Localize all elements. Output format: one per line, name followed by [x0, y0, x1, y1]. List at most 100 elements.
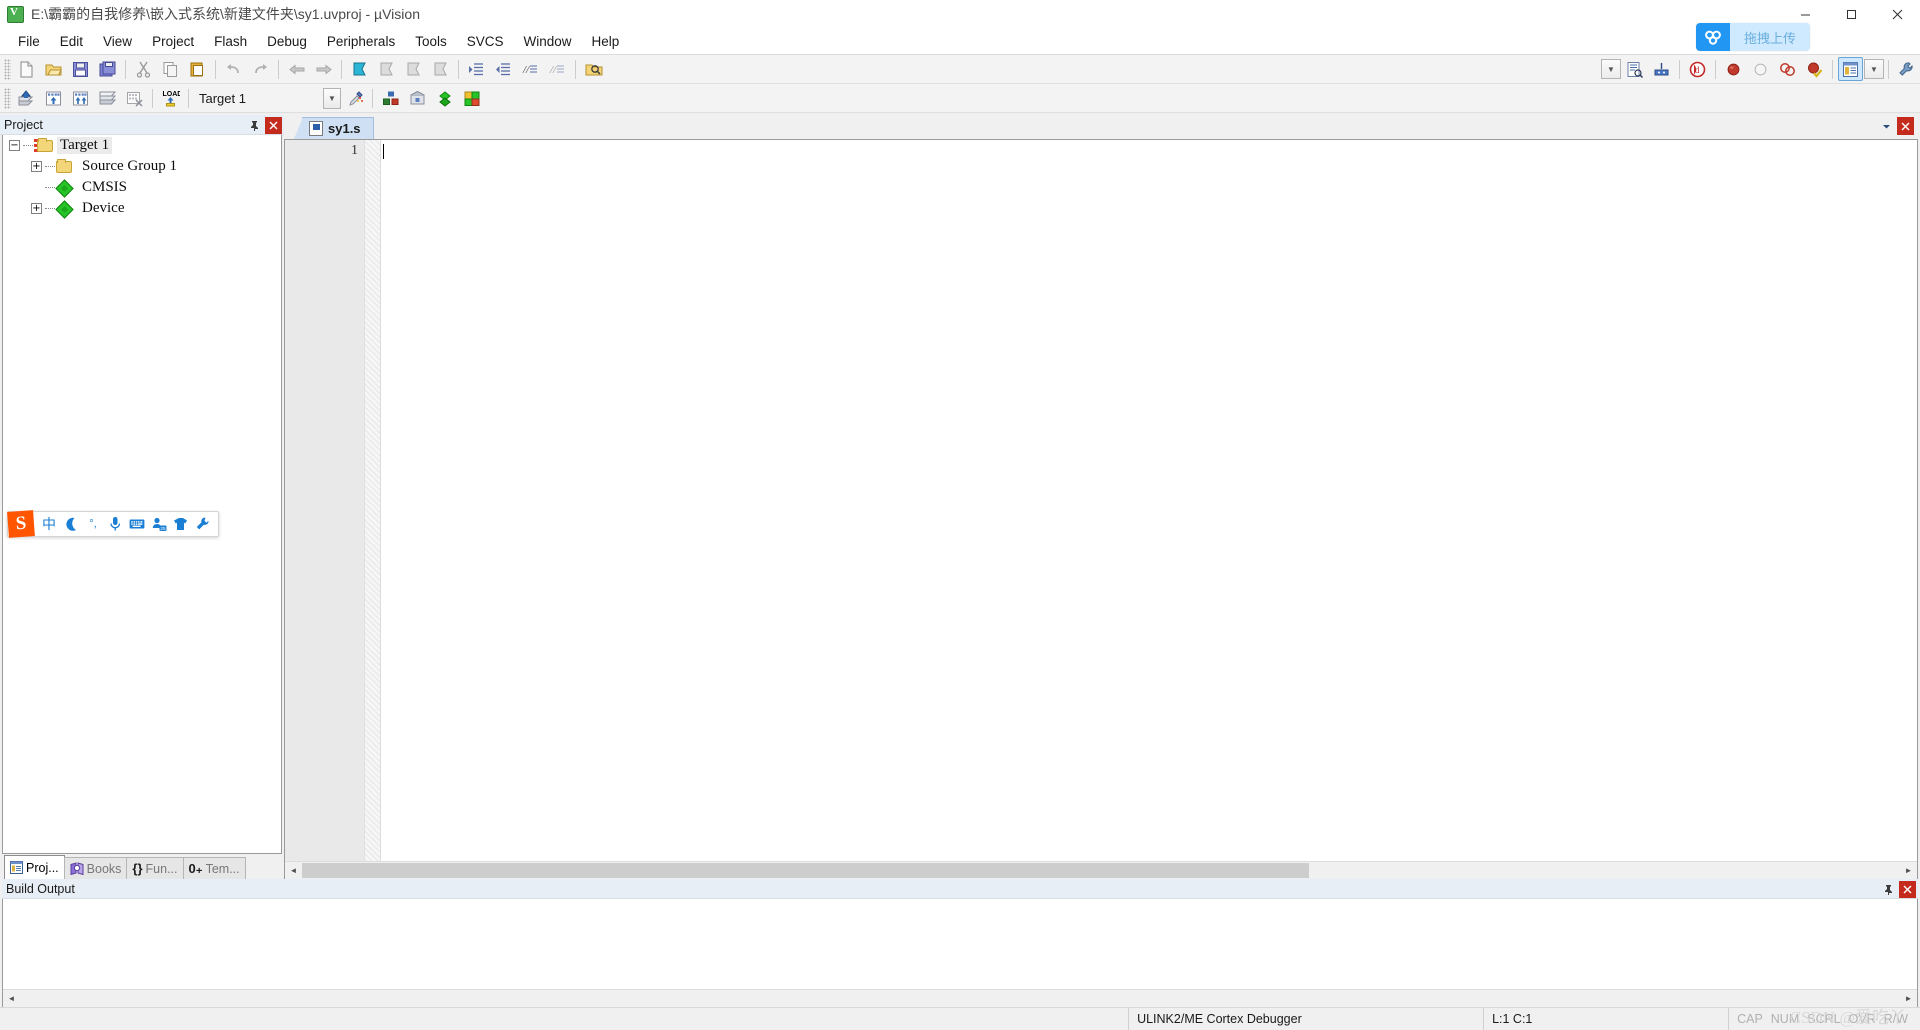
pin-icon[interactable]: [1880, 881, 1897, 898]
toolbar-grip[interactable]: [4, 87, 11, 109]
kill-all-breakpoints-icon[interactable]: [1775, 57, 1800, 81]
uncomment-icon[interactable]: //: [545, 57, 570, 81]
disable-all-breakpoints-icon[interactable]: [1802, 57, 1827, 81]
menu-help[interactable]: Help: [582, 31, 630, 52]
bookmark-next-icon[interactable]: [401, 57, 426, 81]
window-layout-icon[interactable]: [1838, 57, 1863, 81]
toolbar-combo-arrow[interactable]: ▼: [1601, 59, 1621, 79]
close-icon[interactable]: [265, 116, 282, 134]
tab-templates[interactable]: 0₊ Tem...: [182, 857, 246, 879]
manage-run-time-env-icon[interactable]: [432, 86, 457, 110]
menu-debug[interactable]: Debug: [257, 31, 317, 52]
scroll-left-arrow[interactable]: ◄: [3, 989, 20, 1007]
target-select-arrow[interactable]: ▼: [323, 87, 341, 109]
select-software-packs-icon[interactable]: [459, 86, 484, 110]
copy-icon[interactable]: [158, 57, 183, 81]
insert-breakpoint-icon[interactable]: [1721, 57, 1746, 81]
scroll-right-arrow[interactable]: ►: [1900, 861, 1917, 879]
paste-icon[interactable]: [185, 57, 210, 81]
scroll-thumb[interactable]: [302, 862, 1309, 878]
find-in-files-icon[interactable]: [581, 57, 606, 81]
tab-books[interactable]: Books: [63, 857, 128, 879]
menu-peripherals[interactable]: Peripherals: [317, 31, 405, 52]
tree-node-device[interactable]: + Device: [3, 198, 281, 219]
menu-project[interactable]: Project: [142, 31, 204, 52]
bookmark-clear-icon[interactable]: [428, 57, 453, 81]
ime-mode-chinese[interactable]: 中: [38, 512, 60, 536]
bookmark-toggle-icon[interactable]: [347, 57, 372, 81]
editor-hscrollbar[interactable]: ◄ ►: [285, 861, 1917, 879]
baidu-upload-widget[interactable]: 拖拽上传: [1695, 23, 1810, 51]
stop-build-icon[interactable]: [122, 86, 147, 110]
menu-edit[interactable]: Edit: [50, 31, 93, 52]
expander-expand-icon[interactable]: +: [31, 161, 42, 172]
chevron-down-icon[interactable]: [1878, 117, 1895, 135]
close-button[interactable]: [1874, 0, 1920, 29]
new-file-icon[interactable]: [14, 57, 39, 81]
ime-punctuation-icon[interactable]: °,: [82, 512, 104, 536]
save-all-icon[interactable]: [95, 57, 120, 81]
navigate-forward-icon[interactable]: [311, 57, 336, 81]
ime-keyboard-icon[interactable]: [126, 512, 148, 536]
save-icon[interactable]: [68, 57, 93, 81]
configure-target-icon[interactable]: [1622, 57, 1647, 81]
menu-window[interactable]: Window: [513, 31, 581, 52]
close-icon[interactable]: [1897, 117, 1914, 135]
tab-functions[interactable]: {} Fun...: [126, 857, 184, 879]
outdent-icon[interactable]: [491, 57, 516, 81]
scroll-track[interactable]: [20, 989, 1900, 1007]
tree-node-cmsis[interactable]: CMSIS: [3, 177, 281, 198]
code-editor[interactable]: [381, 140, 1917, 861]
tree-node-source-group[interactable]: + Source Group 1: [3, 156, 281, 177]
ime-toolbar[interactable]: S 中 °, 25: [7, 510, 219, 538]
comment-icon[interactable]: //: [518, 57, 543, 81]
ime-moon-icon[interactable]: [60, 512, 82, 536]
menu-flash[interactable]: Flash: [204, 31, 257, 52]
ime-skin-icon[interactable]: [170, 512, 192, 536]
open-file-icon[interactable]: [41, 57, 66, 81]
editor-tab-sy1-s[interactable]: sy1.s: [294, 117, 374, 139]
disable-breakpoint-icon[interactable]: [1748, 57, 1773, 81]
tab-project[interactable]: Proj...: [4, 855, 65, 879]
window-layout-dropdown[interactable]: ▼: [1864, 59, 1884, 79]
cut-icon[interactable]: [131, 57, 156, 81]
translate-icon[interactable]: [14, 86, 39, 110]
bookmark-prev-icon[interactable]: [374, 57, 399, 81]
close-icon[interactable]: [1899, 880, 1916, 898]
indent-icon[interactable]: [464, 57, 489, 81]
target-options-icon[interactable]: [342, 86, 367, 110]
maximize-button[interactable]: [1828, 0, 1874, 29]
scroll-right-arrow[interactable]: ►: [1900, 989, 1917, 1007]
navigate-back-icon[interactable]: [284, 57, 309, 81]
sogou-logo-icon[interactable]: S: [7, 510, 35, 538]
expander-expand-icon[interactable]: +: [31, 203, 42, 214]
debug-settings-icon[interactable]: [1649, 57, 1674, 81]
project-tree[interactable]: − Target 1 + Source Group 1 CMSIS + Devi…: [2, 135, 282, 854]
menu-tools[interactable]: Tools: [405, 31, 457, 52]
scroll-track[interactable]: [302, 861, 1900, 879]
undo-icon[interactable]: [221, 57, 246, 81]
pack-installer-icon[interactable]: [405, 86, 430, 110]
target-select[interactable]: Target 1: [193, 87, 323, 109]
toolbar-grip[interactable]: [4, 58, 11, 80]
ime-settings-icon[interactable]: [192, 512, 214, 536]
editor-marker-strip[interactable]: [365, 140, 381, 861]
start-debug-icon[interactable]: d: [1685, 57, 1710, 81]
rebuild-icon[interactable]: [68, 86, 93, 110]
build-icon[interactable]: [41, 86, 66, 110]
menu-svcs[interactable]: SVCS: [457, 31, 514, 52]
build-output-hscrollbar[interactable]: ◄ ►: [3, 989, 1917, 1007]
configure-icon[interactable]: [1894, 57, 1919, 81]
manage-components-icon[interactable]: [378, 86, 403, 110]
pin-icon[interactable]: [246, 117, 263, 134]
ime-voice-icon[interactable]: [104, 512, 126, 536]
scroll-left-arrow[interactable]: ◄: [285, 861, 302, 879]
tree-node-target[interactable]: − Target 1: [3, 135, 281, 156]
batch-build-icon[interactable]: [95, 86, 120, 110]
expander-collapse-icon[interactable]: −: [9, 140, 20, 151]
menu-view[interactable]: View: [93, 31, 142, 52]
menu-file[interactable]: File: [8, 31, 50, 52]
build-output-body[interactable]: ◄ ►: [2, 899, 1918, 1007]
ime-toolbox-icon[interactable]: 25: [148, 512, 170, 536]
load-icon[interactable]: LOAD: [158, 86, 183, 110]
